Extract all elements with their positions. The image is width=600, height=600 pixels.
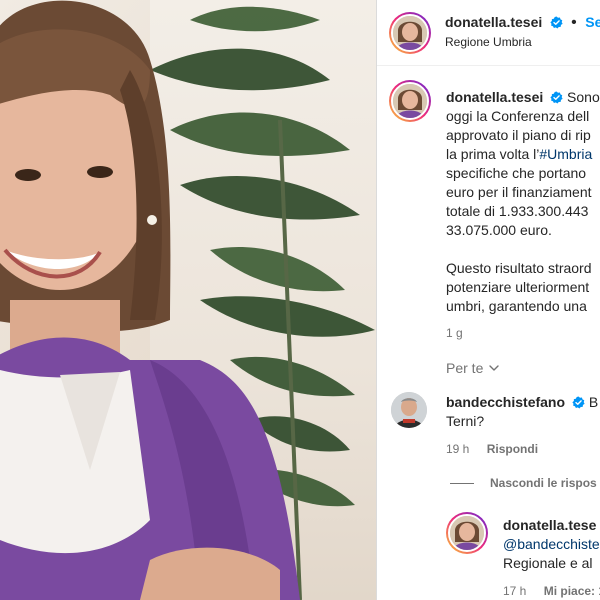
header-separator: • <box>571 14 577 31</box>
location-label[interactable]: Regione Umbria <box>445 35 532 49</box>
author-username[interactable]: donatella.tesei <box>445 14 542 30</box>
instagram-post-window: donatella.tesei • Se Regione Umbria dona… <box>0 0 600 600</box>
reply-avatar[interactable] <box>446 512 488 554</box>
comment-text: Terni? <box>446 413 485 429</box>
reply-mention[interactable]: @bandecchiste <box>503 535 600 554</box>
verified-badge-icon <box>550 91 563 104</box>
post-photo[interactable] <box>0 0 376 600</box>
avatar-image <box>391 392 427 428</box>
verified-badge-icon <box>550 16 563 29</box>
comment-username[interactable]: bandecchistefano <box>446 394 565 410</box>
caption-text: Sono <box>567 89 600 105</box>
avatar-image <box>393 16 427 50</box>
chevron-down-icon <box>489 365 500 371</box>
avatar-image <box>393 84 427 118</box>
reply-button[interactable]: Rispondi <box>487 442 538 456</box>
replies-divider-line <box>450 482 474 484</box>
follow-button[interactable]: Se <box>585 14 600 30</box>
hide-replies-label: Nascondi le rispos <box>490 476 597 490</box>
caption-text: la prima volta l’ <box>446 146 540 162</box>
caption-text: oggi la Conferenza dell <box>446 108 590 124</box>
caption-spacer <box>446 240 600 259</box>
caption-text: 33.075.000 euro. <box>446 222 552 238</box>
caption-text: totale di 1.933.300.443 <box>446 203 589 219</box>
caption-text: potenziare ulteriorment <box>446 279 590 295</box>
post-header: donatella.tesei • Se Regione Umbria <box>377 0 600 66</box>
comments-panel: donatella.tesei • Se Regione Umbria dona… <box>377 0 600 600</box>
reply-likes[interactable]: Mi piace: 1 <box>544 584 600 598</box>
reply-item: donatella.tese @bandecchiste Regionale e… <box>503 516 600 600</box>
verified-badge-icon <box>572 396 585 409</box>
avatar-image <box>450 516 484 550</box>
comment-actions: 19 h Rispondi <box>446 440 598 459</box>
caption-avatar[interactable] <box>389 80 431 122</box>
portrait-illustration <box>0 0 375 600</box>
hide-replies-button[interactable]: Nascondi le rispos <box>450 476 597 490</box>
comment-sort-label: Per te <box>446 360 484 376</box>
comment-time[interactable]: 19 h <box>446 442 469 456</box>
hashtag-link[interactable]: #Umbria <box>539 146 592 162</box>
caption-username[interactable]: donatella.tesei <box>446 89 543 105</box>
reply-username[interactable]: donatella.tese <box>503 516 600 535</box>
reply-time[interactable]: 17 h <box>503 584 526 598</box>
author-avatar[interactable] <box>389 12 431 54</box>
comment-text: B <box>588 394 599 410</box>
commenter-avatar[interactable] <box>391 392 427 428</box>
caption-text: approvato il piano di rip <box>446 127 591 143</box>
caption-text: euro per il finanziament <box>446 184 592 200</box>
reply-actions: 17 h Mi piace: 1 <box>503 582 600 600</box>
caption-text: Questo risultato straord <box>446 260 592 276</box>
post-caption: donatella.tesei Sono oggi la Conferenza … <box>446 88 600 343</box>
caption-text: specifiche che portano <box>446 165 587 181</box>
caption-time[interactable]: 1 g <box>446 324 600 343</box>
reply-text: Regionale e al <box>503 555 593 571</box>
comment-item: bandecchistefano B Terni? 19 h Rispondi <box>446 393 598 459</box>
caption-text: umbri, garantendo una <box>446 298 587 314</box>
comment-sort-dropdown[interactable]: Per te <box>446 360 500 376</box>
